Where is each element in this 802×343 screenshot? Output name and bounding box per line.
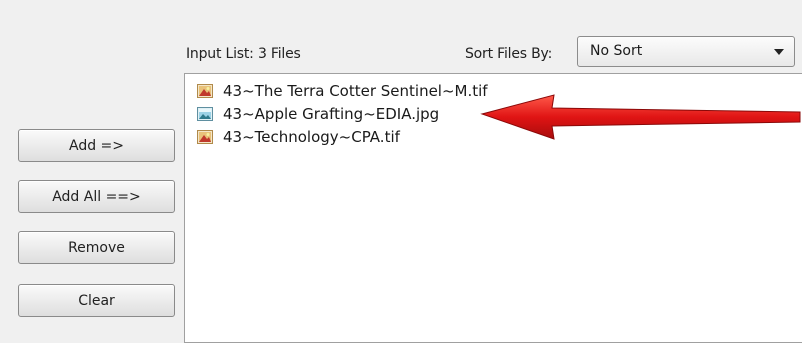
sort-files-select[interactable]: No Sort	[577, 36, 795, 67]
remove-button[interactable]: Remove	[18, 231, 175, 264]
list-item[interactable]: 43~Apple Grafting~EDIA.jpg	[197, 103, 439, 125]
tif-image-icon	[197, 130, 213, 144]
sort-files-value: No Sort	[590, 43, 643, 59]
file-input-panel: Input List: 3 Files Sort Files By: No So…	[0, 0, 802, 343]
add-button[interactable]: Add =>	[18, 129, 175, 162]
file-name: 43~Technology~CPA.tif	[223, 128, 400, 146]
red-arrow-annotation	[480, 94, 801, 140]
sort-files-label: Sort Files By:	[465, 46, 553, 62]
input-list-label: Input List: 3 Files	[186, 46, 301, 62]
clear-button[interactable]: Clear	[18, 284, 175, 317]
chevron-down-icon[interactable]	[774, 49, 784, 55]
file-name: 43~The Terra Cotter Sentinel~M.tif	[223, 82, 488, 100]
list-item[interactable]: 43~The Terra Cotter Sentinel~M.tif	[197, 80, 488, 102]
tif-image-icon	[197, 84, 213, 98]
add-all-button[interactable]: Add All ==>	[18, 180, 175, 213]
jpg-image-icon	[197, 107, 213, 121]
list-item[interactable]: 43~Technology~CPA.tif	[197, 126, 400, 148]
file-name: 43~Apple Grafting~EDIA.jpg	[223, 105, 440, 123]
